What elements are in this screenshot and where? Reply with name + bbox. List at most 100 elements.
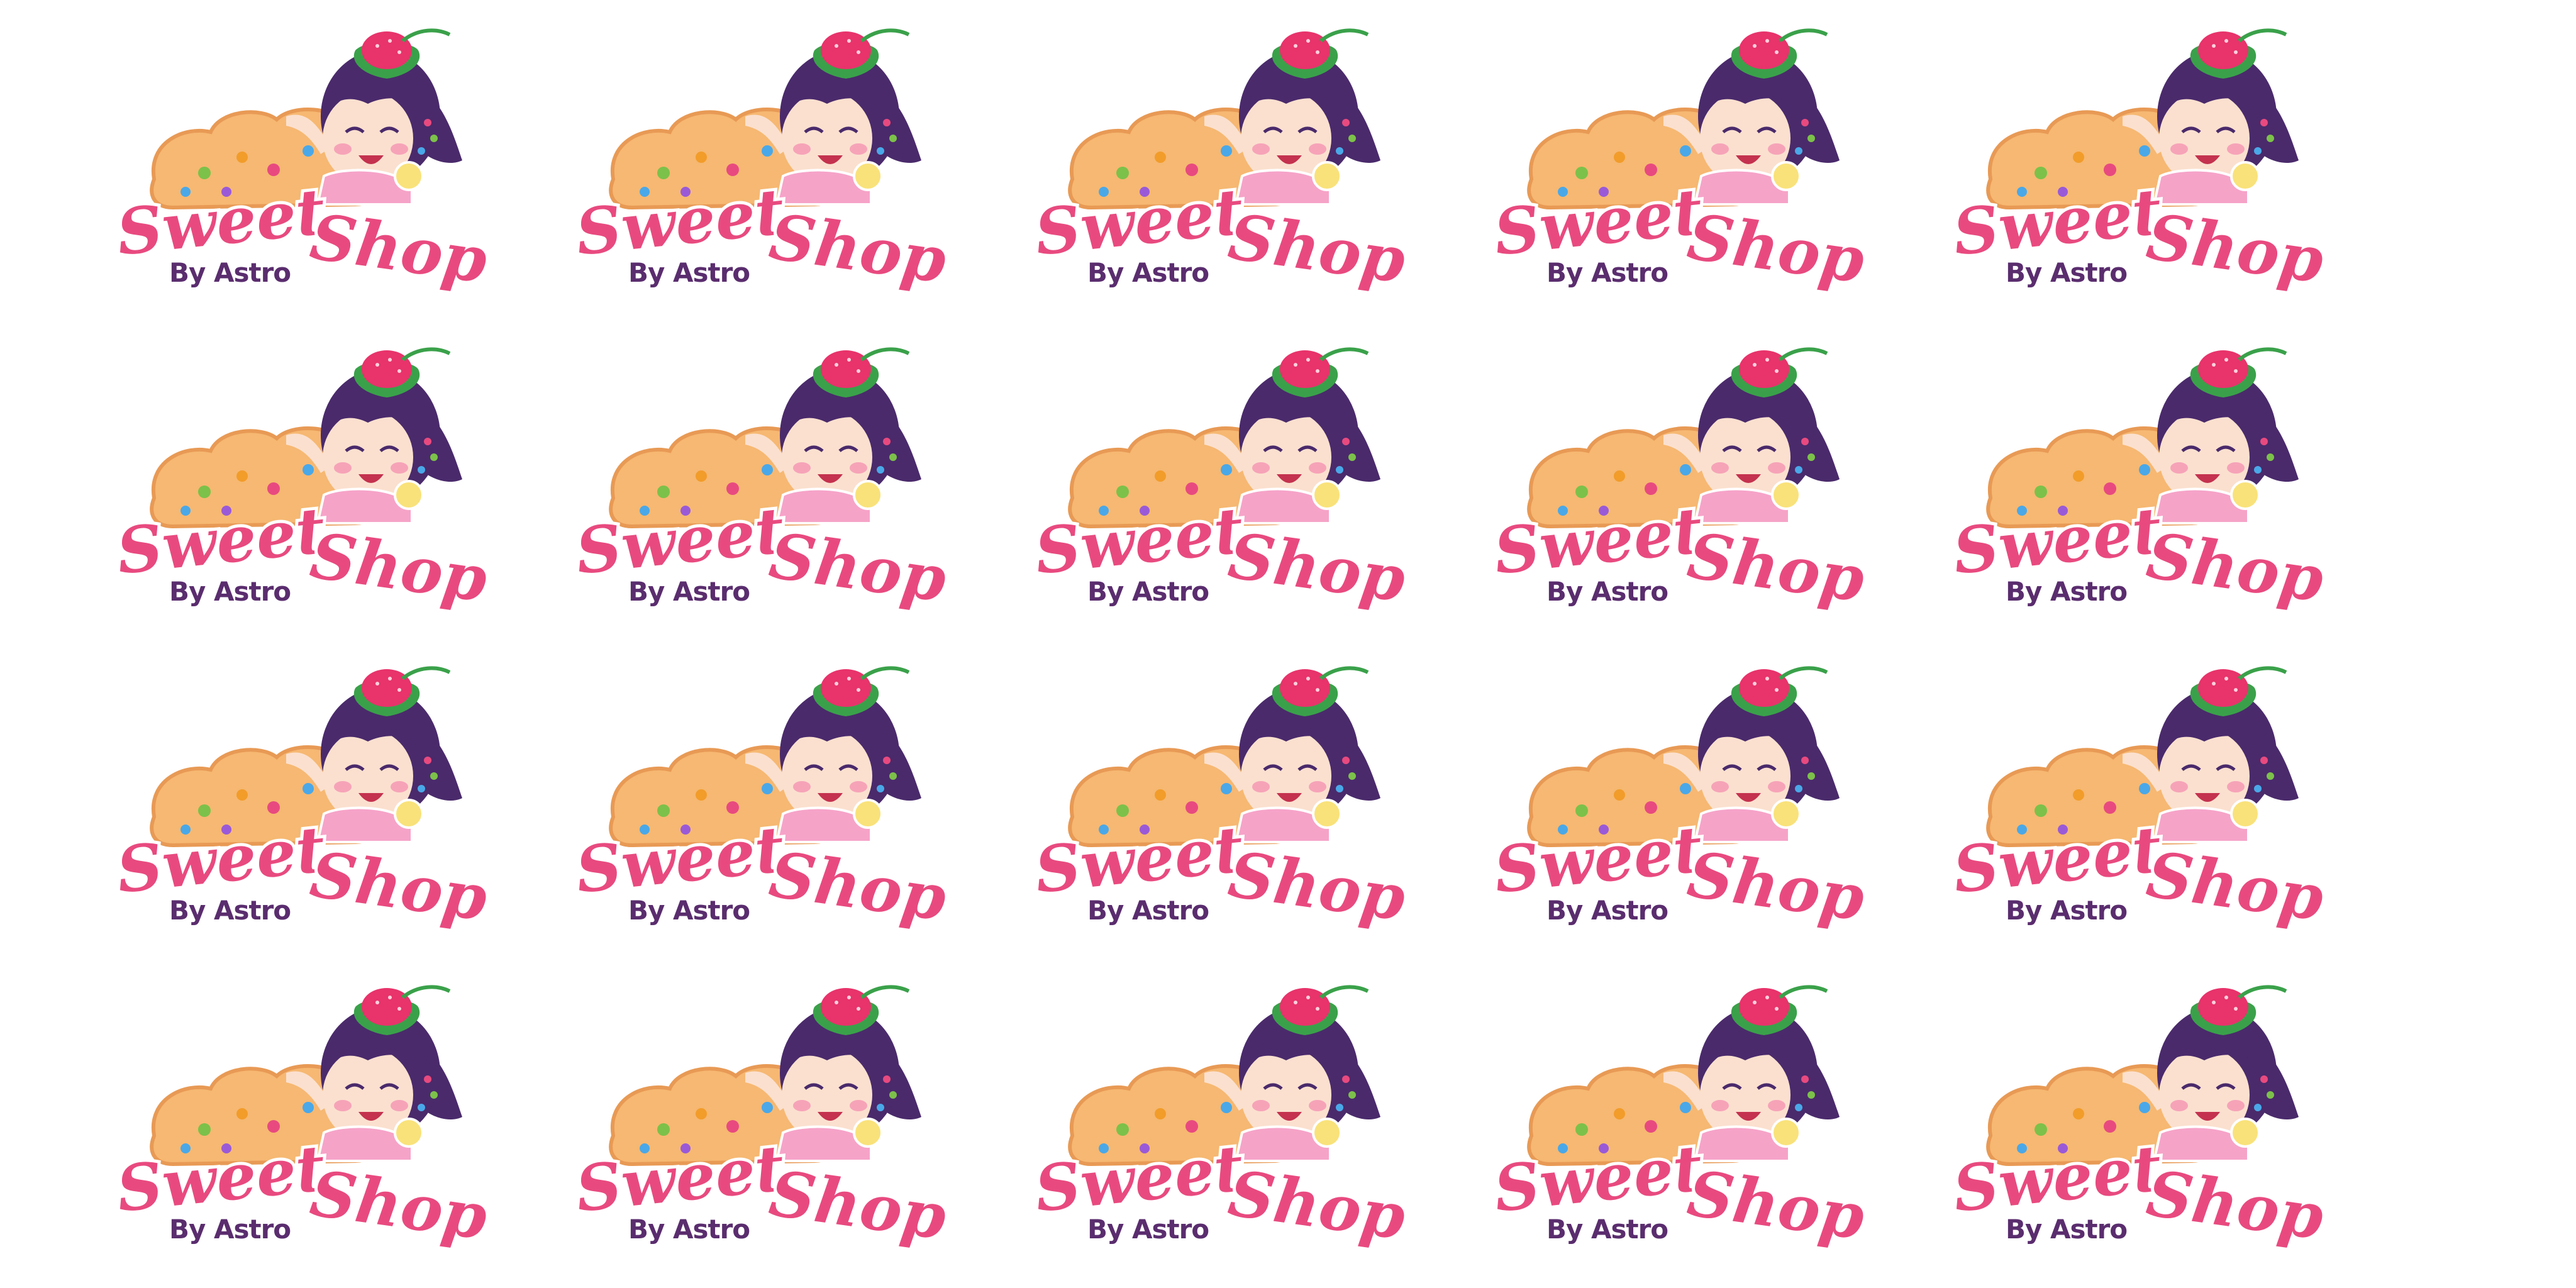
- logo-word-sweet: Sweet: [572, 174, 787, 270]
- logo-art: Sweet Shop: [1028, 347, 1413, 619]
- logo-art: Sweet Shop: [569, 347, 954, 619]
- byline: By Astro: [169, 895, 291, 926]
- logo-word-sweet: Sweet: [1950, 493, 2165, 589]
- byline: By Astro: [1087, 1214, 1209, 1245]
- logo-frame: Sweet Shop By Astro: [519, 972, 954, 1268]
- byline: By Astro: [1087, 257, 1209, 288]
- strawberry-icon: [1272, 666, 1369, 716]
- byline: By Astro: [628, 576, 750, 607]
- logo-art: Sweet Shop: [569, 985, 954, 1257]
- byline: By Astro: [2006, 576, 2128, 607]
- logo-word-sweet: Sweet: [1031, 1131, 1246, 1226]
- byline: By Astro: [169, 1214, 291, 1245]
- logo-word-sweet: Sweet: [572, 1131, 787, 1226]
- logo-frame: Sweet Shop By Astro: [1896, 972, 2331, 1268]
- strawberry-icon: [1272, 28, 1369, 79]
- logo-word-shop: Shop: [2143, 199, 2328, 297]
- strawberry-icon: [2190, 347, 2287, 397]
- logo-frame: Sweet Shop By Astro: [1896, 16, 2331, 311]
- byline: By Astro: [1546, 257, 1668, 288]
- byline: By Astro: [2006, 1214, 2128, 1245]
- logo-frame: Sweet Shop By Astro: [60, 972, 495, 1268]
- logo-word-sweet: Sweet: [1491, 812, 1706, 908]
- byline: By Astro: [1546, 1214, 1668, 1245]
- logo-word-shop: Shop: [306, 1156, 492, 1254]
- strawberry-icon: [1731, 666, 1828, 716]
- logo-word-shop: Shop: [1684, 837, 1869, 935]
- logo-word-shop: Shop: [765, 1156, 951, 1254]
- strawberry-icon: [353, 28, 451, 79]
- strawberry-icon: [813, 985, 910, 1035]
- logo-frame: Sweet Shop By Astro: [1437, 972, 1872, 1268]
- logo-frame: Sweet Shop By Astro: [1437, 335, 1872, 630]
- logo-frame: Sweet Shop By Astro: [1437, 16, 1872, 311]
- logo-art: Sweet Shop: [569, 666, 954, 938]
- byline: By Astro: [169, 576, 291, 607]
- logo-art: Sweet Shop: [1487, 28, 1872, 301]
- strawberry-icon: [1731, 985, 1828, 1035]
- byline: By Astro: [628, 895, 750, 926]
- logo-art: Sweet Shop: [1487, 666, 1872, 938]
- logo-art: Sweet Shop: [110, 28, 495, 301]
- logo-frame: Sweet Shop By Astro: [60, 16, 495, 311]
- logo-word-sweet: Sweet: [1491, 1131, 1706, 1226]
- logo-word-shop: Shop: [2143, 1156, 2328, 1254]
- logo-word-shop: Shop: [2143, 518, 2328, 616]
- logo-word-shop: Shop: [1224, 837, 1410, 935]
- logo-frame: Sweet Shop By Astro: [60, 653, 495, 949]
- logo-word-shop: Shop: [306, 518, 492, 616]
- logo-art: Sweet Shop: [569, 28, 954, 301]
- logo-word-sweet: Sweet: [113, 812, 328, 908]
- strawberry-icon: [1731, 28, 1828, 79]
- byline: By Astro: [1546, 576, 1668, 607]
- logo-frame: Sweet Shop By Astro: [978, 16, 1413, 311]
- logo-frame: Sweet Shop By Astro: [978, 972, 1413, 1268]
- logo-word-sweet: Sweet: [1031, 493, 1246, 589]
- logo-word-sweet: Sweet: [1950, 1131, 2165, 1226]
- strawberry-icon: [1272, 347, 1369, 397]
- logo-art: Sweet Shop: [1946, 985, 2331, 1257]
- logo-word-sweet: Sweet: [1031, 812, 1246, 908]
- byline: By Astro: [1546, 895, 1668, 926]
- strawberry-icon: [2190, 28, 2287, 79]
- byline: By Astro: [2006, 257, 2128, 288]
- logo-word-shop: Shop: [1684, 518, 1869, 616]
- logo-word-shop: Shop: [1224, 518, 1410, 616]
- logo-frame: Sweet Shop By Astro: [1896, 335, 2331, 630]
- logo-word-shop: Shop: [2143, 837, 2328, 935]
- logo-word-sweet: Sweet: [572, 812, 787, 908]
- logo-art: Sweet Shop: [1946, 666, 2331, 938]
- strawberry-icon: [813, 28, 910, 79]
- logo-word-shop: Shop: [765, 837, 951, 935]
- byline: By Astro: [1087, 895, 1209, 926]
- logo-art: Sweet Shop: [1487, 985, 1872, 1257]
- strawberry-icon: [2190, 985, 2287, 1035]
- logo-frame: Sweet Shop By Astro: [978, 335, 1413, 630]
- strawberry-icon: [813, 347, 910, 397]
- strawberry-icon: [353, 347, 451, 397]
- logo-art: Sweet Shop: [1028, 666, 1413, 938]
- logo-word-sweet: Sweet: [1950, 174, 2165, 270]
- byline: By Astro: [169, 257, 291, 288]
- logo-art: Sweet Shop: [1028, 985, 1413, 1257]
- logo-word-sweet: Sweet: [113, 1131, 328, 1226]
- strawberry-icon: [813, 666, 910, 716]
- logo-word-shop: Shop: [1684, 1156, 1869, 1254]
- logo-word-shop: Shop: [765, 199, 951, 297]
- logo-word-shop: Shop: [1224, 199, 1410, 297]
- logo-frame: Sweet Shop By Astro: [1437, 653, 1872, 949]
- logo-frame: Sweet Shop By Astro: [519, 335, 954, 630]
- logo-word-sweet: Sweet: [572, 493, 787, 589]
- byline: By Astro: [2006, 895, 2128, 926]
- strawberry-icon: [353, 666, 451, 716]
- strawberry-icon: [1272, 985, 1369, 1035]
- logo-frame: Sweet Shop By Astro: [978, 653, 1413, 949]
- logo-word-sweet: Sweet: [1491, 493, 1706, 589]
- logo-art: Sweet Shop: [110, 985, 495, 1257]
- logo-frame: Sweet Shop By Astro: [60, 335, 495, 630]
- logo-art: Sweet Shop: [1028, 28, 1413, 301]
- logo-word-shop: Shop: [306, 837, 492, 935]
- logo-art: Sweet Shop: [1946, 347, 2331, 619]
- byline: By Astro: [628, 257, 750, 288]
- logo-word-shop: Shop: [1684, 199, 1869, 297]
